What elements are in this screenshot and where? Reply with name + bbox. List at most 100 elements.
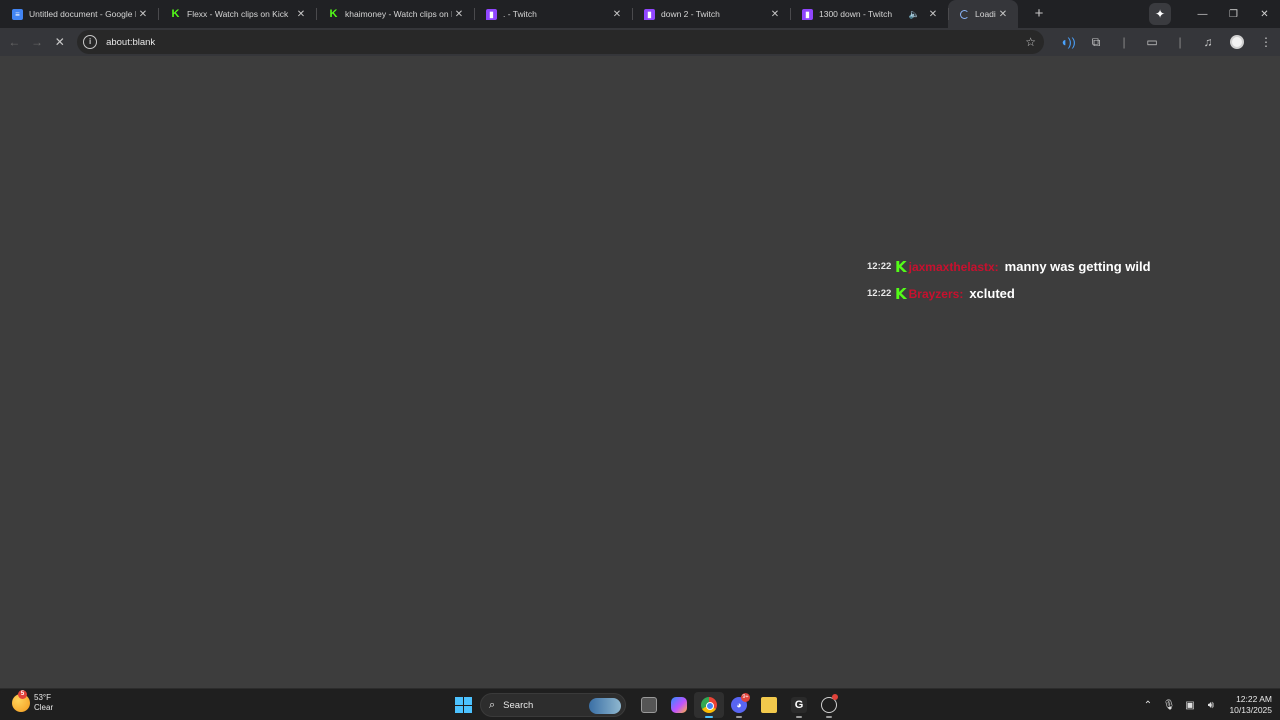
tab-1300down-twitch[interactable]: ▮ 1300 down - Twitch 🔈 ✕ <box>790 0 948 28</box>
task-view-icon <box>641 697 657 713</box>
close-tab-icon[interactable]: ✕ <box>452 9 466 20</box>
close-tab-icon[interactable]: ✕ <box>768 9 782 20</box>
stop-loading-button[interactable]: ✕ <box>48 30 71 54</box>
gemini-sparkle-icon[interactable]: ✦ <box>1149 3 1171 25</box>
weather-widget[interactable]: 5 53°F Clear <box>12 690 54 713</box>
clock-time: 12:22 AM <box>1236 694 1272 704</box>
copilot-button[interactable] <box>664 692 694 718</box>
close-tab-icon[interactable]: ✕ <box>294 9 308 20</box>
weather-condition: Clear <box>34 703 54 712</box>
windows-logo-icon <box>455 697 463 705</box>
chat-text: xcluted <box>969 286 1015 301</box>
file-explorer-button[interactable] <box>754 692 784 718</box>
weather-temperature: 53°F <box>34 693 51 702</box>
search-icon: ⌕ <box>489 698 496 711</box>
taskbar-clock[interactable]: 12:22 AM 10/13/2025 <box>1229 694 1272 716</box>
tab-title: Flexx - Watch clips on Kick <box>187 9 289 19</box>
kick-icon: K <box>895 284 907 303</box>
discord-taskbar-button[interactable]: ◕ 9+ <box>724 692 754 718</box>
g-logo-icon: G <box>791 697 807 713</box>
audio-playing-icon[interactable]: 🔈 <box>909 9 920 20</box>
search-highlight-image <box>589 698 621 714</box>
tab-strip: ≡ Untitled document - Google Docs ✕ K Fl… <box>0 0 1280 28</box>
media-controls-icon[interactable]: ♫ <box>1194 30 1222 54</box>
chat-overlay: 12:22 K jaxmaxthelastx: manny was gettin… <box>867 253 1151 307</box>
tab-flexx-kick[interactable]: K Flexx - Watch clips on Kick ✕ <box>158 0 316 28</box>
close-tab-icon[interactable]: ✕ <box>136 9 150 20</box>
profile-avatar[interactable] <box>1230 35 1244 49</box>
tab-title: Loading... <box>975 9 996 19</box>
divider: | <box>1178 35 1182 49</box>
tab-title: . - Twitch <box>503 9 537 19</box>
tab-down2-twitch[interactable]: ▮ down 2 - Twitch ✕ <box>632 0 790 28</box>
close-tab-icon[interactable]: ✕ <box>610 9 624 20</box>
chat-timestamp: 12:22 <box>867 288 892 299</box>
extension-audio-icon[interactable]: ◖)) <box>1054 30 1082 54</box>
chat-message: 12:22 K jaxmaxthelastx: manny was gettin… <box>867 253 1151 280</box>
weather-sun-icon: 5 <box>12 690 30 712</box>
chevron-up-icon[interactable]: ⌃ <box>1137 700 1158 711</box>
kick-icon: K <box>329 8 338 20</box>
page-content: 12:22 K jaxmaxthelastx: manny was gettin… <box>0 56 1280 688</box>
kick-icon: K <box>895 257 907 276</box>
copilot-icon <box>671 697 687 713</box>
window-controls: ✦ — ❐ ✕ <box>1149 0 1280 28</box>
chat-text: manny was getting wild <box>1004 259 1151 274</box>
browser-toolbar: ← → ✕ i ☆ ◖)) ⧉ | ▭ | ♫ ⋮ <box>0 28 1280 56</box>
tab-title: Untitled document - Google Docs <box>29 9 136 19</box>
settings-app-button[interactable] <box>814 692 844 718</box>
network-icon[interactable]: ▣ <box>1179 700 1200 711</box>
task-view-button[interactable] <box>634 692 664 718</box>
volume-icon[interactable]: 🔊︎ <box>1200 700 1221 711</box>
divider: | <box>1122 35 1126 49</box>
loading-spinner-icon <box>960 9 969 19</box>
url-input[interactable] <box>106 36 1026 48</box>
close-window-button[interactable]: ✕ <box>1249 9 1280 20</box>
chat-timestamp: 12:22 <box>867 261 892 272</box>
cast-screen-icon[interactable]: ▭ <box>1138 30 1166 54</box>
chat-username: Brayzers: <box>908 286 964 301</box>
menu-kebab-icon[interactable]: ⋮ <box>1252 30 1280 54</box>
system-tray: ⌃ 🎙︎ ▣ 🔊︎ 12:22 AM 10/13/2025 <box>1137 692 1272 718</box>
twitch-icon: ▮ <box>644 8 655 20</box>
twitch-icon: ▮ <box>802 8 813 20</box>
folder-icon <box>761 697 777 713</box>
extensions-area: ◖)) ⧉ | ▭ | ♫ ⋮ <box>1054 30 1280 54</box>
start-button[interactable] <box>452 694 474 716</box>
minimize-button[interactable]: — <box>1187 9 1218 20</box>
tab-google-docs[interactable]: ≡ Untitled document - Google Docs ✕ <box>0 0 158 28</box>
address-bar[interactable]: i ☆ <box>77 30 1044 54</box>
microphone-icon[interactable]: 🎙︎ <box>1158 700 1179 711</box>
restore-button[interactable]: ❐ <box>1218 9 1249 20</box>
tab-loading[interactable]: Loading... ✕ <box>948 0 1018 28</box>
close-tab-icon[interactable]: ✕ <box>996 9 1010 20</box>
taskbar-search[interactable]: ⌕ Search <box>480 693 626 717</box>
forward-button[interactable]: → <box>26 30 49 54</box>
extensions-puzzle-icon[interactable]: ⧉ <box>1082 30 1110 54</box>
tab-title: down 2 - Twitch <box>661 9 720 19</box>
chat-message: 12:22 K Brayzers: xcluted <box>867 280 1151 307</box>
alert-dot <box>832 694 838 700</box>
back-button[interactable]: ← <box>3 30 26 54</box>
kick-icon: K <box>171 8 180 20</box>
close-tab-icon[interactable]: ✕ <box>926 9 940 20</box>
chat-username: jaxmaxthelastx: <box>908 259 999 274</box>
new-tab-button[interactable]: + <box>1028 3 1050 25</box>
tab-khaimoney-kick[interactable]: K khaimoney - Watch clips on Kick ✕ <box>316 0 474 28</box>
notification-badge: 9+ <box>741 693 750 702</box>
search-label: Search <box>503 699 534 711</box>
twitch-icon: ▮ <box>486 8 497 20</box>
taskbar-apps: ⌕ Search ◕ 9+ G <box>452 692 844 718</box>
taskbar: 5 53°F Clear ⌕ Search ◕ 9+ G ⌃ 🎙︎ ▣ 🔊︎ 1… <box>0 688 1280 720</box>
tab-title: khaimoney - Watch clips on Kick <box>345 9 452 19</box>
tab-dot-twitch[interactable]: ▮ . - Twitch ✕ <box>474 0 632 28</box>
docs-icon: ≡ <box>12 8 23 20</box>
info-icon[interactable]: i <box>83 35 98 49</box>
tab-title: 1300 down - Twitch <box>819 9 893 19</box>
chrome-taskbar-button[interactable] <box>694 692 724 718</box>
bookmark-star-icon[interactable]: ☆ <box>1025 35 1036 49</box>
chrome-icon <box>701 697 717 713</box>
clock-date: 10/13/2025 <box>1229 705 1272 715</box>
g-app-button[interactable]: G <box>784 692 814 718</box>
weather-badge: 5 <box>18 690 27 699</box>
